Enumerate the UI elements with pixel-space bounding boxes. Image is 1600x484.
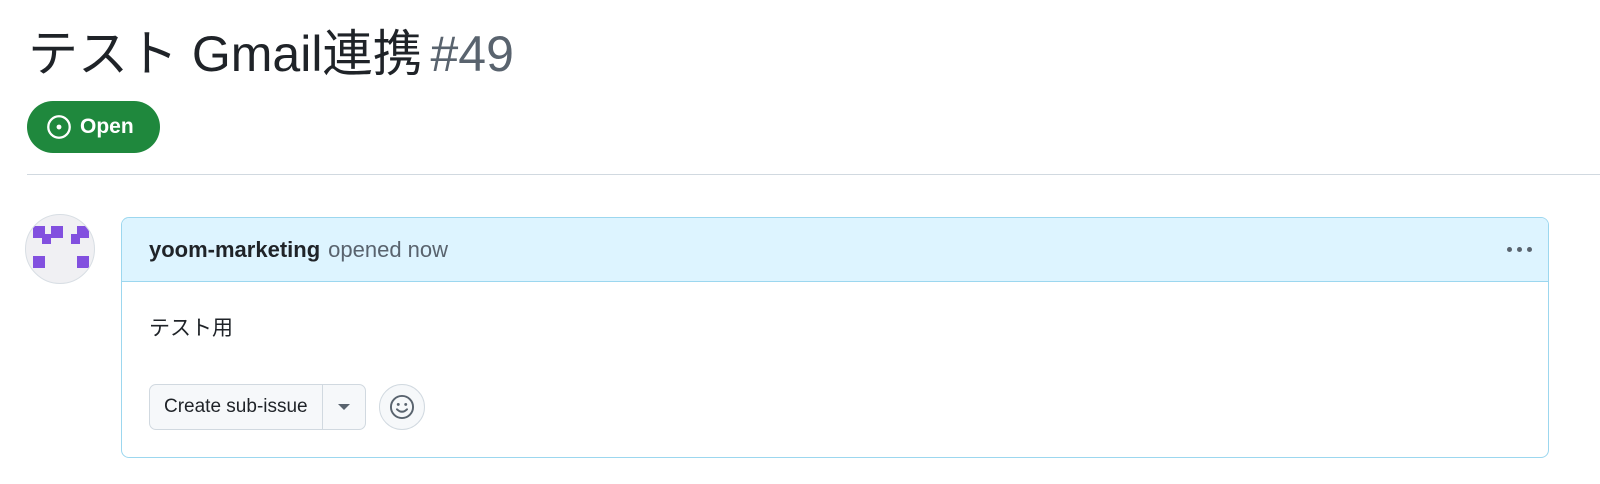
comment-timestamp[interactable]: opened now	[328, 237, 448, 263]
comment-header: yoom-marketing opened now	[122, 218, 1548, 282]
author-avatar[interactable]	[25, 214, 95, 284]
comment-body: テスト用	[149, 317, 233, 340]
issue-header: テスト Gmail連携 #49	[28, 18, 1600, 90]
triangle-down-icon	[337, 404, 350, 410]
issue-title-text: テスト Gmail連携	[28, 26, 423, 82]
create-sub-issue-dropdown-button[interactable]	[323, 385, 365, 429]
comment-actions: Create sub-issue	[149, 384, 425, 430]
issue-state-label: Open	[80, 115, 134, 138]
header-divider	[27, 174, 1600, 175]
issue-title: テスト Gmail連携 #49	[28, 18, 1600, 90]
identicon-icon	[33, 226, 89, 268]
create-sub-issue-split-button: Create sub-issue	[149, 384, 366, 430]
issue-opened-icon	[47, 115, 71, 139]
issue-comment: yoom-marketing opened now テスト用 Create su…	[121, 217, 1549, 458]
create-sub-issue-button[interactable]: Create sub-issue	[150, 385, 323, 429]
issue-state-badge: Open	[27, 101, 160, 153]
smiley-icon	[389, 394, 414, 420]
issue-number: #49	[430, 26, 514, 82]
kebab-horizontal-icon[interactable]	[1502, 234, 1536, 264]
add-reaction-button[interactable]	[378, 384, 425, 430]
comment-author-link[interactable]: yoom-marketing	[149, 237, 320, 263]
